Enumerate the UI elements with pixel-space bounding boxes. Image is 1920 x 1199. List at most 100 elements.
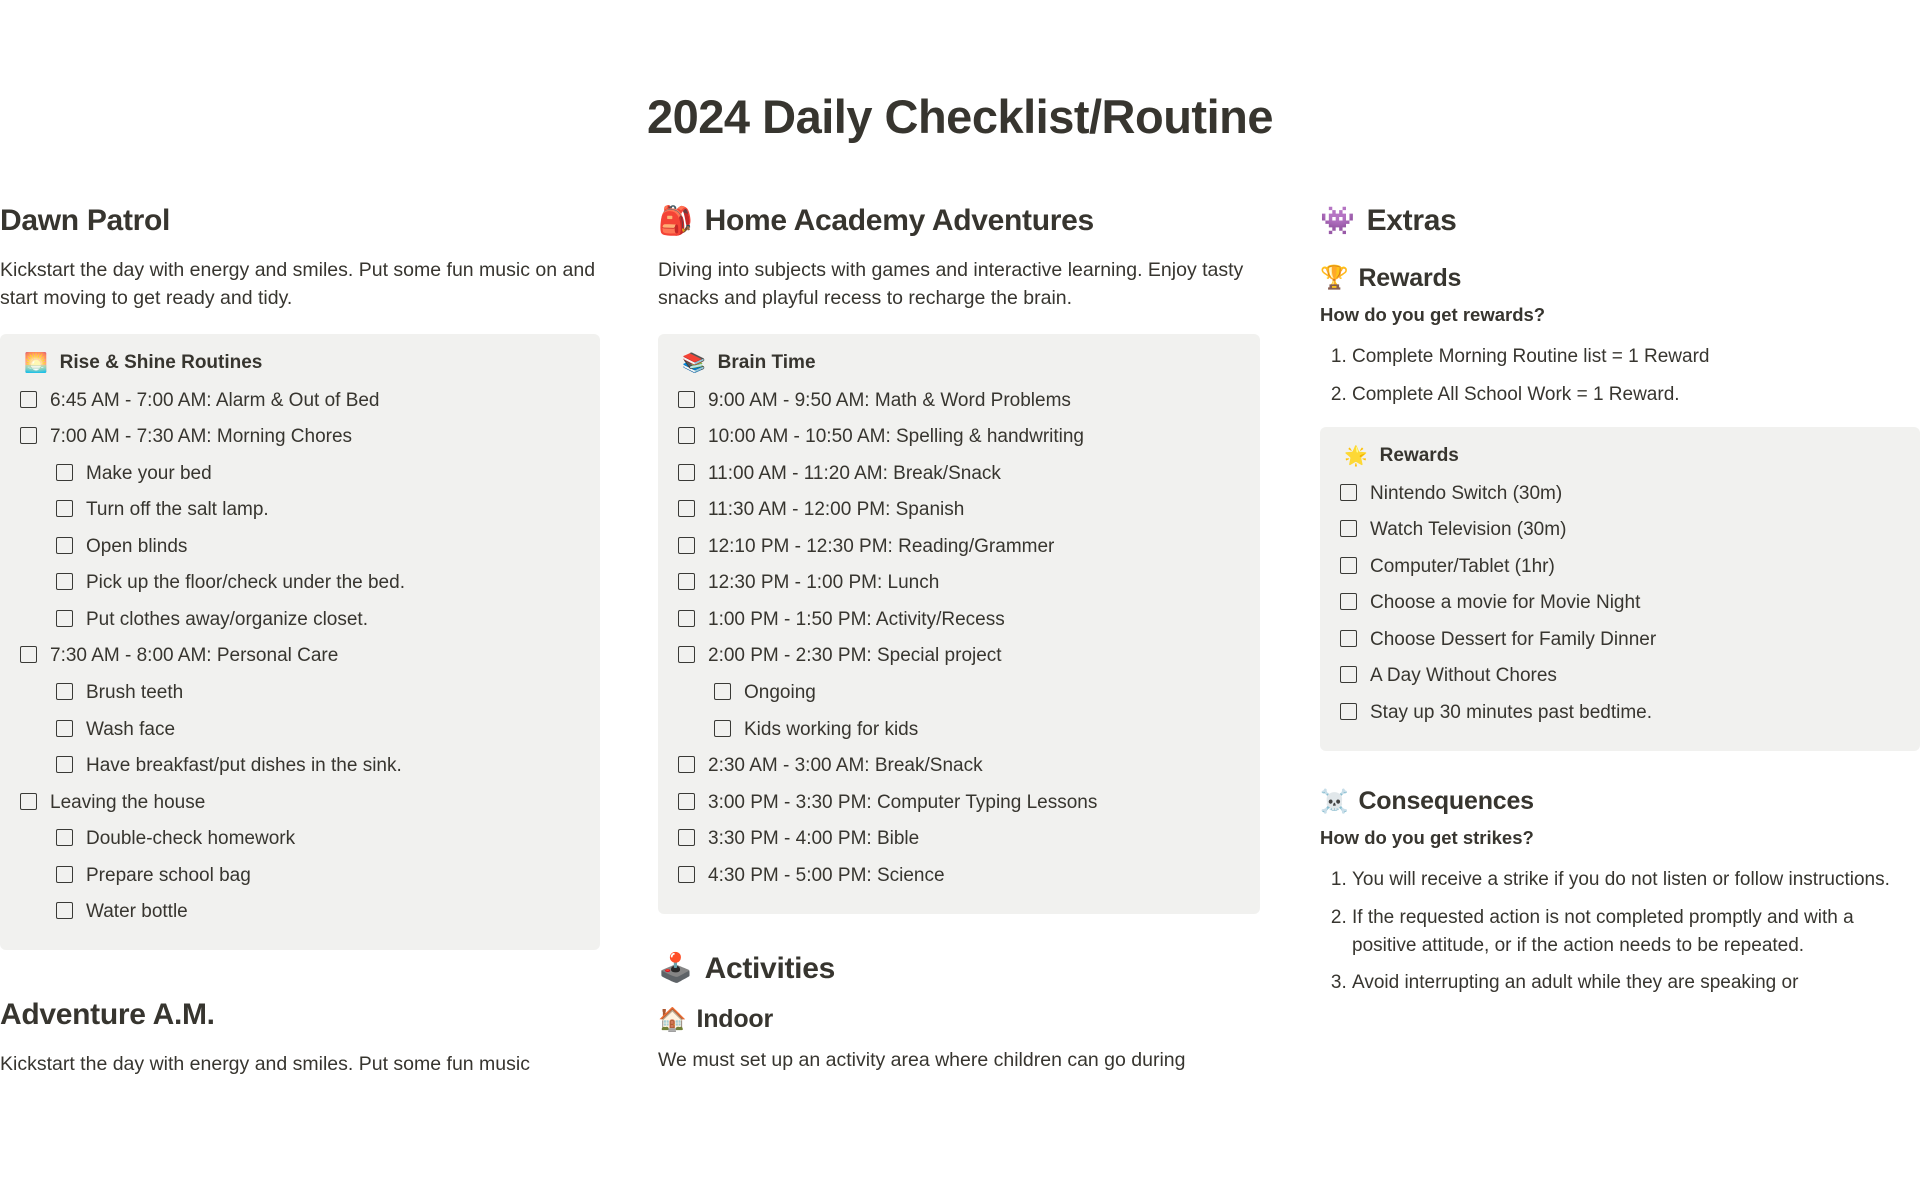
alien-monster-emoji: 👾 xyxy=(1320,204,1355,236)
checklist-item[interactable]: Wash face xyxy=(20,711,580,748)
checklist-item[interactable]: 6:45 AM - 7:00 AM: Alarm & Out of Bed xyxy=(20,382,580,419)
checkbox-icon[interactable] xyxy=(56,719,73,737)
checklist-item[interactable]: Choose Dessert for Family Dinner xyxy=(1340,621,1900,658)
checkbox-icon[interactable] xyxy=(678,573,695,591)
checkbox-icon[interactable] xyxy=(714,719,731,737)
checkbox-icon[interactable] xyxy=(1340,483,1357,501)
checkbox-icon[interactable] xyxy=(20,792,37,810)
checklist-item[interactable]: Put clothes away/organize closet. xyxy=(20,601,580,638)
checkbox-icon[interactable] xyxy=(678,609,695,627)
checkbox-icon[interactable] xyxy=(20,646,37,664)
adventure-am-description: Kickstart the day with energy and smiles… xyxy=(0,1052,530,1075)
checklist-item[interactable]: 7:00 AM - 7:30 AM: Morning Chores xyxy=(20,419,580,456)
indoor-heading-text: Indoor xyxy=(696,1005,774,1034)
callout-brain-time: 📚 Brain Time 9:00 AM - 9:50 AM: Math & W… xyxy=(658,334,1260,914)
checkbox-icon[interactable] xyxy=(1340,556,1357,574)
checklist-item[interactable]: Water bottle xyxy=(20,894,580,931)
checklist-item-label: Stay up 30 minutes past bedtime. xyxy=(1370,701,1652,723)
checkbox-icon[interactable] xyxy=(1340,520,1357,538)
checklist-item[interactable]: Nintendo Switch (30m) xyxy=(1340,475,1900,512)
checklist-item[interactable]: 1:00 PM - 1:50 PM: Activity/Recess xyxy=(678,601,1240,638)
checkbox-icon[interactable] xyxy=(678,865,695,883)
checklist-item[interactable]: Kids working for kids xyxy=(678,711,1240,748)
rewards-heading-text: Rewards xyxy=(1358,263,1462,292)
checklist-item[interactable]: 3:00 PM - 3:30 PM: Computer Typing Lesso… xyxy=(678,784,1240,821)
checklist-item[interactable]: Open blinds xyxy=(20,528,580,565)
checkbox-icon[interactable] xyxy=(56,902,73,920)
activities-heading-text: Activities xyxy=(704,951,836,985)
checklist-item-label: 11:00 AM - 11:20 AM: Break/Snack xyxy=(708,462,1001,484)
house-emoji: 🏠 xyxy=(658,1005,687,1032)
checkbox-icon[interactable] xyxy=(56,829,73,847)
checklist-item-label: 3:00 PM - 3:30 PM: Computer Typing Lesso… xyxy=(708,791,1098,813)
checklist-item-label: 7:30 AM - 8:00 AM: Personal Care xyxy=(50,645,339,667)
checkbox-icon[interactable] xyxy=(678,829,695,847)
checkbox-icon[interactable] xyxy=(678,792,695,810)
checkbox-icon[interactable] xyxy=(678,463,695,481)
checkbox-icon[interactable] xyxy=(56,500,73,518)
checklist-item[interactable]: 10:00 AM - 10:50 AM: Spelling & handwrit… xyxy=(678,419,1240,456)
checklist-item[interactable]: 2:30 AM - 3:00 AM: Break/Snack xyxy=(678,748,1240,785)
checkbox-icon[interactable] xyxy=(20,390,37,408)
checklist-item-label: 12:30 PM - 1:00 PM: Lunch xyxy=(708,572,940,594)
checklist-item[interactable]: 3:30 PM - 4:00 PM: Bible xyxy=(678,821,1240,858)
checkbox-icon[interactable] xyxy=(678,427,695,445)
callout-rise-and-shine: 🌅 Rise & Shine Routines 6:45 AM - 7:00 A… xyxy=(0,334,600,951)
checklist-item[interactable]: 7:30 AM - 8:00 AM: Personal Care xyxy=(20,638,580,675)
checklist-item[interactable]: 4:30 PM - 5:00 PM: Science xyxy=(678,857,1240,894)
checkbox-icon[interactable] xyxy=(678,536,695,554)
checklist-item-label: Watch Television (30m) xyxy=(1370,519,1567,541)
checklist-item[interactable]: 12:10 PM - 12:30 PM: Reading/Grammer xyxy=(678,528,1240,565)
checklist-item[interactable]: 11:00 AM - 11:20 AM: Break/Snack xyxy=(678,455,1240,492)
checklist-item[interactable]: Have breakfast/put dishes in the sink. xyxy=(20,748,580,785)
checkbox-icon[interactable] xyxy=(678,646,695,664)
checklist-item[interactable]: Make your bed xyxy=(20,455,580,492)
section-extras-heading: 👾 Extras xyxy=(1320,202,1920,240)
checklist-item[interactable]: 2:00 PM - 2:30 PM: Special project xyxy=(678,638,1240,675)
checkbox-icon[interactable] xyxy=(678,500,695,518)
checkbox-icon[interactable] xyxy=(56,536,73,554)
checkbox-icon[interactable] xyxy=(56,682,73,700)
checklist-item[interactable]: 12:30 PM - 1:00 PM: Lunch xyxy=(678,565,1240,602)
checklist-item[interactable]: Leaving the house xyxy=(20,784,580,821)
checklist-item[interactable]: Ongoing xyxy=(678,674,1240,711)
checklist-item-label: Choose a movie for Movie Night xyxy=(1370,592,1641,614)
checklist-item[interactable]: Computer/Tablet (1hr) xyxy=(1340,548,1900,585)
checkbox-icon[interactable] xyxy=(678,756,695,774)
checkbox-icon[interactable] xyxy=(56,865,73,883)
checklist-item[interactable]: Turn off the salt lamp. xyxy=(20,492,580,529)
checklist-item[interactable]: 9:00 AM - 9:50 AM: Math & Word Problems xyxy=(678,382,1240,419)
checklist-item[interactable]: Stay up 30 minutes past bedtime. xyxy=(1340,694,1900,731)
checklist-item-label: Make your bed xyxy=(86,462,212,484)
subsection-rewards-heading: 🏆 Rewards xyxy=(1320,262,1920,295)
checkbox-icon[interactable] xyxy=(1340,666,1357,684)
checklist-item[interactable]: Choose a movie for Movie Night xyxy=(1340,585,1900,622)
checklist-item[interactable]: Watch Television (30m) xyxy=(1340,512,1900,549)
section-home-academy-heading: 🎒 Home Academy Adventures xyxy=(658,202,1260,240)
checklist-item-label: 10:00 AM - 10:50 AM: Spelling & handwrit… xyxy=(708,426,1085,448)
checkbox-icon[interactable] xyxy=(678,390,695,408)
checkbox-icon[interactable] xyxy=(56,609,73,627)
checkbox-icon[interactable] xyxy=(56,756,73,774)
checkbox-icon[interactable] xyxy=(56,573,73,591)
callout-rewards: 🌟 Rewards Nintendo Switch (30m) Watch Tel… xyxy=(1320,427,1920,751)
checkbox-icon[interactable] xyxy=(1340,593,1357,611)
checklist-item[interactable]: A Day Without Chores xyxy=(1340,658,1900,695)
checklist-item[interactable]: Double-check homework xyxy=(20,821,580,858)
rise-and-shine-checklist: 6:45 AM - 7:00 AM: Alarm & Out of Bed 7:0… xyxy=(20,382,580,930)
checklist-item[interactable]: 11:30 AM - 12:00 PM: Spanish xyxy=(678,492,1240,529)
checkbox-icon[interactable] xyxy=(1340,629,1357,647)
checklist-item[interactable]: Prepare school bag xyxy=(20,857,580,894)
checkbox-icon[interactable] xyxy=(20,427,37,445)
checklist-item[interactable]: Pick up the floor/check under the bed. xyxy=(20,565,580,602)
rewards-rules-list: Complete Morning Routine list = 1 Reward… xyxy=(1320,338,1920,413)
checklist-item[interactable]: Brush teeth xyxy=(20,674,580,711)
checklist-item-label: 12:10 PM - 12:30 PM: Reading/Grammer xyxy=(708,535,1055,557)
checklist-item-label: Put clothes away/organize closet. xyxy=(86,608,368,630)
checkbox-icon[interactable] xyxy=(1340,702,1357,720)
subsection-consequences-heading: ☠️ Consequences xyxy=(1320,785,1920,818)
checkbox-icon[interactable] xyxy=(714,682,731,700)
checkbox-icon[interactable] xyxy=(56,463,73,481)
books-emoji: 📚 xyxy=(682,352,706,374)
column-middle: 🎒 Home Academy Adventures Diving into su… xyxy=(600,202,1260,1096)
